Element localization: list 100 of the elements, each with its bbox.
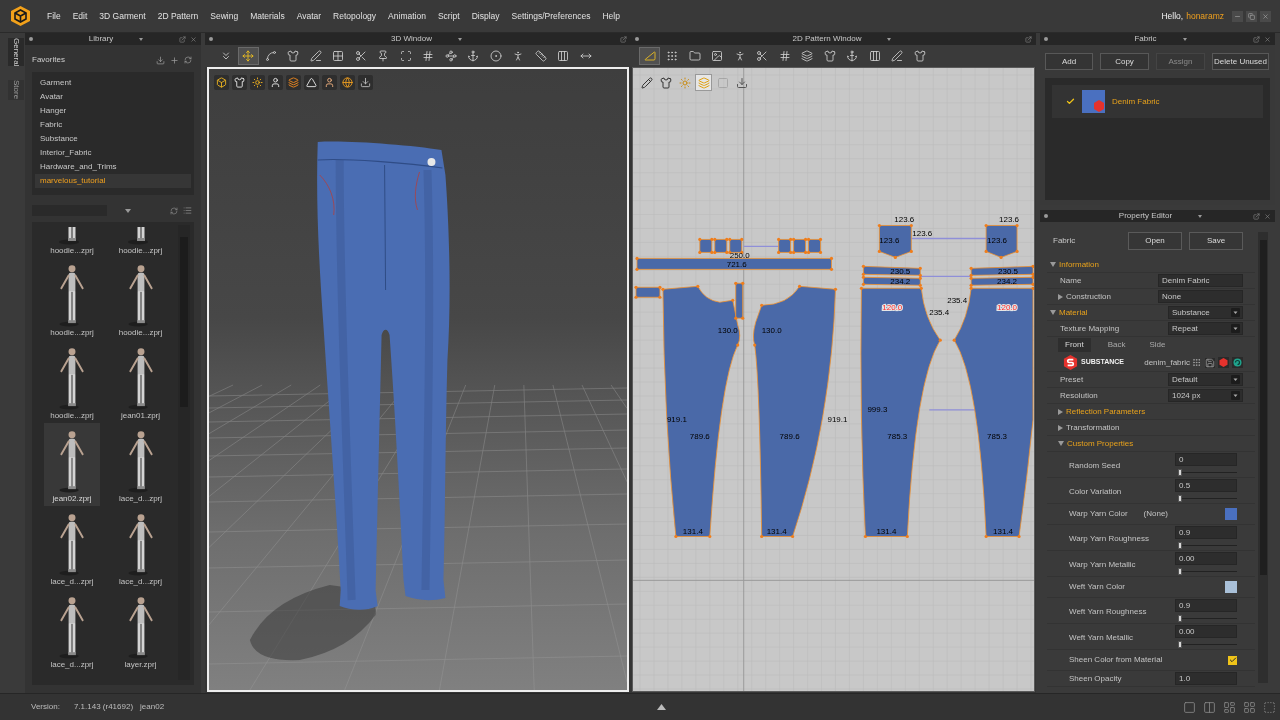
undock-icon[interactable] — [620, 35, 627, 43]
triangle-right-icon[interactable] — [1058, 408, 1063, 415]
caret-down-icon[interactable] — [457, 37, 462, 41]
close-icon[interactable] — [1260, 10, 1271, 22]
value-field[interactable]: 0.9 — [1175, 599, 1237, 612]
menu-item[interactable]: Help — [602, 11, 620, 21]
close-icon[interactable] — [1264, 212, 1271, 220]
pattern-piece[interactable] — [861, 275, 922, 287]
slider-thumb[interactable] — [1178, 495, 1182, 502]
favorite-item[interactable]: Substance — [35, 132, 191, 146]
color-swatch[interactable] — [1225, 581, 1237, 593]
pattern-piece[interactable] — [984, 223, 1019, 259]
project-thumbnail[interactable]: jean02.zprj — [44, 423, 100, 506]
menu-item[interactable]: Sewing — [210, 11, 239, 21]
favorite-item[interactable]: Avatar — [35, 90, 191, 104]
undock-icon[interactable] — [1253, 35, 1260, 43]
slider-thumb[interactable] — [1178, 469, 1182, 476]
menu-item[interactable]: Script — [437, 11, 460, 21]
value-field[interactable]: 0 — [1175, 453, 1237, 466]
section-label[interactable]: Information — [1059, 258, 1100, 271]
pattern-canvas[interactable]: 123.6 123.6 123.6 123.6 123.6 250.0 721.6 230.5 230.5 234.2 234.2 120.0 120.0 235.4 235.4 130.0 130.0 999.3 919.1 919.1 789.6 789.6 785.3 785.3 131.4 131.4 131.4 131.4 — [632, 67, 1035, 692]
panel-button[interactable]: Delete Unused — [1212, 53, 1269, 70]
triangle-down-icon[interactable] — [1058, 441, 1064, 446]
project-thumbnail[interactable]: lace_d...zprj — [112, 506, 169, 589]
slider-thumb[interactable] — [1178, 542, 1182, 549]
menu-item[interactable]: Settings/Preferences — [511, 11, 591, 21]
pattern-piece[interactable] — [969, 264, 1034, 277]
fabric-item[interactable]: Denim Fabric — [1052, 85, 1263, 118]
menu-item[interactable]: 3D Garment — [99, 11, 146, 21]
download-icon[interactable] — [358, 75, 373, 90]
slider-thumb[interactable] — [1178, 568, 1182, 575]
favorite-item[interactable]: Fabric — [35, 118, 191, 132]
menu-item[interactable]: Animation — [388, 11, 426, 21]
dropdown-caret-icon[interactable] — [125, 208, 131, 213]
slider-track[interactable] — [1178, 641, 1237, 648]
pattern-piece[interactable] — [861, 264, 922, 277]
download-icon[interactable] — [156, 55, 165, 65]
up-caret-icon[interactable] — [657, 704, 666, 710]
pattern-piece[interactable] — [969, 275, 1034, 287]
dropdown[interactable]: Substance — [1168, 306, 1243, 319]
color-swatch[interactable] — [1225, 508, 1237, 520]
disk-icon[interactable] — [1205, 357, 1215, 368]
dropdown[interactable]: Repeat — [1168, 322, 1243, 335]
slider-thumb[interactable] — [1178, 641, 1182, 648]
pattern-piece[interactable] — [877, 223, 913, 259]
plus-icon[interactable] — [170, 55, 179, 65]
project-thumbnail[interactable]: lace_d...zprj — [44, 589, 100, 672]
project-thumbnail[interactable]: lace_d...zprj — [112, 423, 169, 506]
material-tab[interactable]: Side — [1142, 338, 1173, 352]
group-label[interactable]: Transformation — [1066, 421, 1120, 434]
substance-badge-icon[interactable] — [1218, 357, 1229, 368]
triangle-right-icon[interactable] — [1058, 293, 1063, 300]
undock-icon[interactable] — [1253, 212, 1260, 220]
panel-button[interactable]: Add — [1045, 53, 1093, 70]
globe-icon[interactable] — [340, 75, 355, 90]
panel-button[interactable]: Save — [1189, 232, 1243, 250]
project-thumbnail[interactable]: hoodie...zprj — [44, 340, 100, 423]
layers-icon[interactable] — [286, 75, 301, 90]
triangle-icon[interactable] — [304, 75, 319, 90]
user-name[interactable]: honaramz — [1186, 9, 1224, 23]
favorite-item[interactable]: Interior_Fabric — [35, 146, 191, 160]
cube-icon[interactable] — [214, 75, 229, 90]
project-thumbnail[interactable]: hoodie...zprj — [112, 257, 169, 340]
tool-button[interactable] — [237, 47, 259, 65]
undock-icon[interactable] — [1025, 35, 1032, 43]
refresh-circle-icon[interactable] — [1232, 357, 1243, 368]
split-layout-icon[interactable] — [1203, 700, 1216, 714]
project-thumbnail[interactable]: hoodie...zprj — [112, 224, 169, 257]
caret-down-icon[interactable] — [887, 37, 892, 41]
menu-item[interactable]: Avatar — [296, 11, 322, 21]
project-thumbnail[interactable]: lace_d...zprj — [44, 506, 100, 589]
value-field[interactable]: 0.00 — [1175, 625, 1237, 638]
refresh-icon[interactable] — [170, 206, 178, 215]
menu-item[interactable]: File — [47, 11, 61, 21]
logo-icon[interactable] — [11, 6, 30, 26]
slider-thumb[interactable] — [1178, 615, 1182, 622]
section-label[interactable]: Custom Properties — [1067, 437, 1134, 450]
caret-down-icon[interactable] — [1198, 214, 1203, 218]
triangle-right-icon[interactable] — [1058, 424, 1063, 431]
menu-item[interactable]: Materials — [250, 11, 285, 21]
vertical-tab[interactable]: Store — [8, 80, 24, 100]
caret-down-icon[interactable] — [1182, 37, 1187, 41]
dropdown[interactable]: 1024 px — [1168, 389, 1243, 402]
favorite-item[interactable]: Hanger — [35, 104, 191, 118]
triangle-down-icon[interactable] — [1050, 310, 1056, 315]
project-thumbnail[interactable]: hoodie...zprj — [44, 224, 100, 257]
tool-button[interactable] — [639, 47, 660, 65]
section-label[interactable]: Material — [1059, 306, 1088, 319]
favorite-item[interactable]: Hardware_and_Trims — [35, 160, 191, 174]
group-label[interactable]: Construction — [1066, 290, 1111, 303]
scrollbar-track[interactable] — [1258, 232, 1268, 683]
panel-button[interactable]: Open — [1128, 232, 1182, 250]
value-field[interactable]: Denim Fabric — [1158, 274, 1243, 287]
checkbox[interactable] — [1228, 655, 1237, 665]
section-label[interactable]: Reflection Parameters — [1066, 405, 1146, 418]
slider-track[interactable] — [1178, 568, 1237, 575]
person-icon[interactable] — [268, 75, 283, 90]
slider-track[interactable] — [1178, 495, 1237, 502]
project-thumbnail[interactable]: hoodie...zprj — [44, 257, 100, 340]
restore-icon[interactable] — [1246, 10, 1257, 22]
